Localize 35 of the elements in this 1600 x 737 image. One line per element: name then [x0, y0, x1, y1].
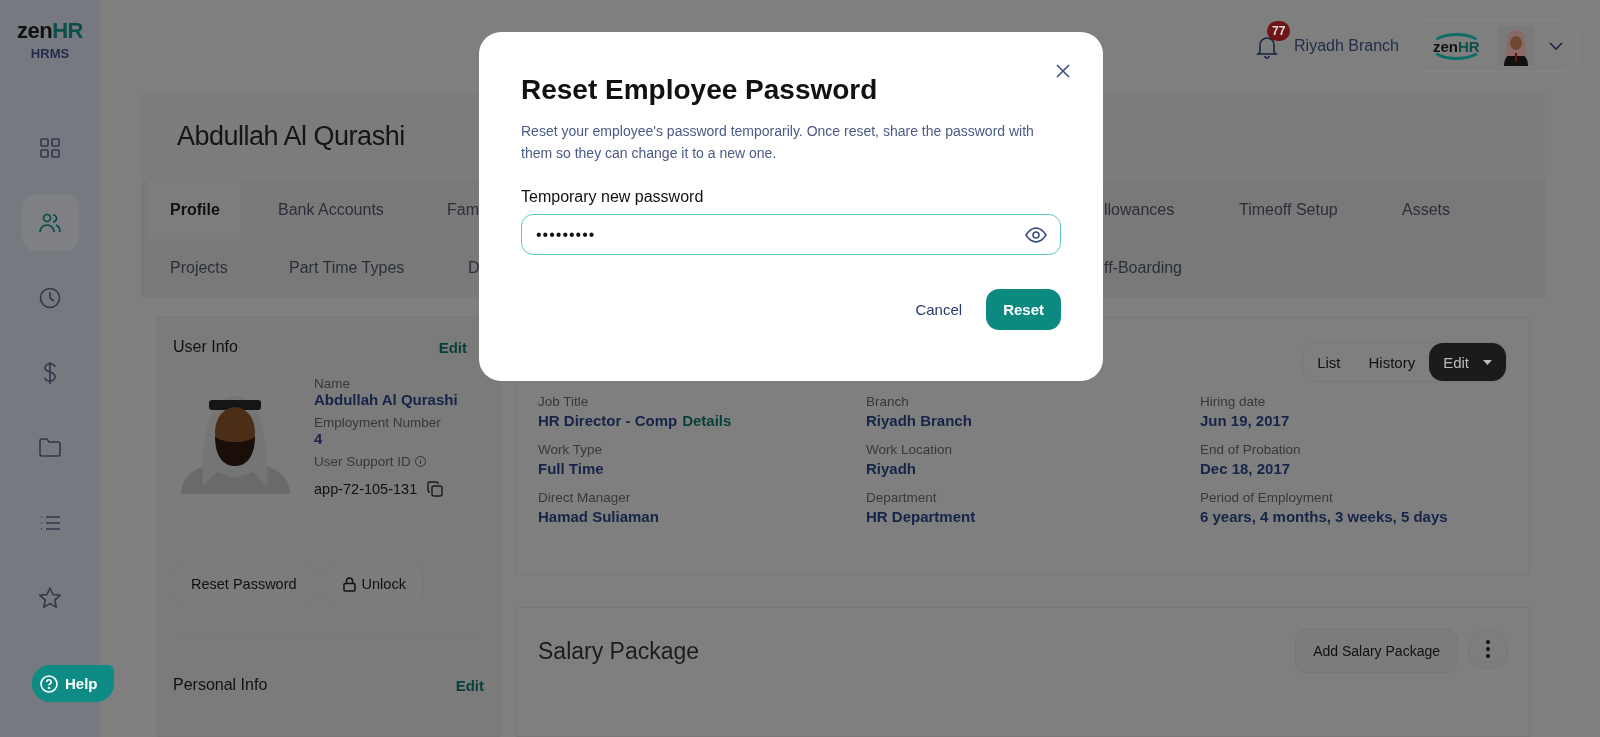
company-logo: zenHR: [1430, 32, 1483, 60]
field-value: 4: [314, 430, 324, 447]
section-title: Salary Package: [538, 637, 700, 665]
field-label: Work Location: [866, 442, 954, 457]
field-label: Temporary new password: [521, 188, 705, 206]
field-value: Riyadh Branch: [866, 412, 973, 429]
field-value: Dec 18, 2017: [1200, 460, 1292, 477]
field-value: 6 years, 4 months, 3 weeks, 5 days: [1200, 508, 1449, 525]
field-label: Hiring date: [1200, 394, 1267, 409]
field-value: Abdullah Al Qurashi: [314, 391, 458, 408]
field-value: Riyadh: [866, 460, 917, 477]
field-label: Period of Employment: [1200, 490, 1334, 505]
notification-count: 77: [1267, 21, 1291, 42]
field-label: Name: [314, 376, 351, 391]
field-value: Jun 19, 2017: [1200, 412, 1291, 429]
field-value: Full Time: [538, 460, 605, 477]
dialog-title: Reset Employee Password: [521, 74, 879, 106]
product-name: HRMS: [30, 46, 70, 61]
field-label: Work Type: [538, 442, 604, 457]
logo: zenHR: [17, 20, 83, 42]
field-label: Department: [866, 490, 938, 505]
support-id: app-72-105-131: [314, 481, 418, 497]
field-label: Branch: [866, 394, 910, 409]
field-label: End of Probation: [1200, 442, 1302, 457]
employee-name: Abdullah Al Qurashi: [177, 121, 405, 153]
field-value: HR Director - Comp: [538, 412, 678, 429]
field-label: User Support ID: [314, 454, 411, 469]
field-value: Hamad Suliaman: [538, 508, 660, 525]
field-value: HR Department: [866, 508, 977, 525]
section-title: Personal Info: [173, 676, 268, 694]
dialog-description: Reset your employee's password temporarily. Once reset, share the password with them so they can change it to a new one.: [521, 122, 1035, 163]
field-label: Job Title: [538, 394, 590, 409]
field-label: Employment Number: [314, 415, 442, 430]
section-title: User Info: [173, 338, 238, 356]
field-label: Direct Manager: [538, 490, 632, 505]
